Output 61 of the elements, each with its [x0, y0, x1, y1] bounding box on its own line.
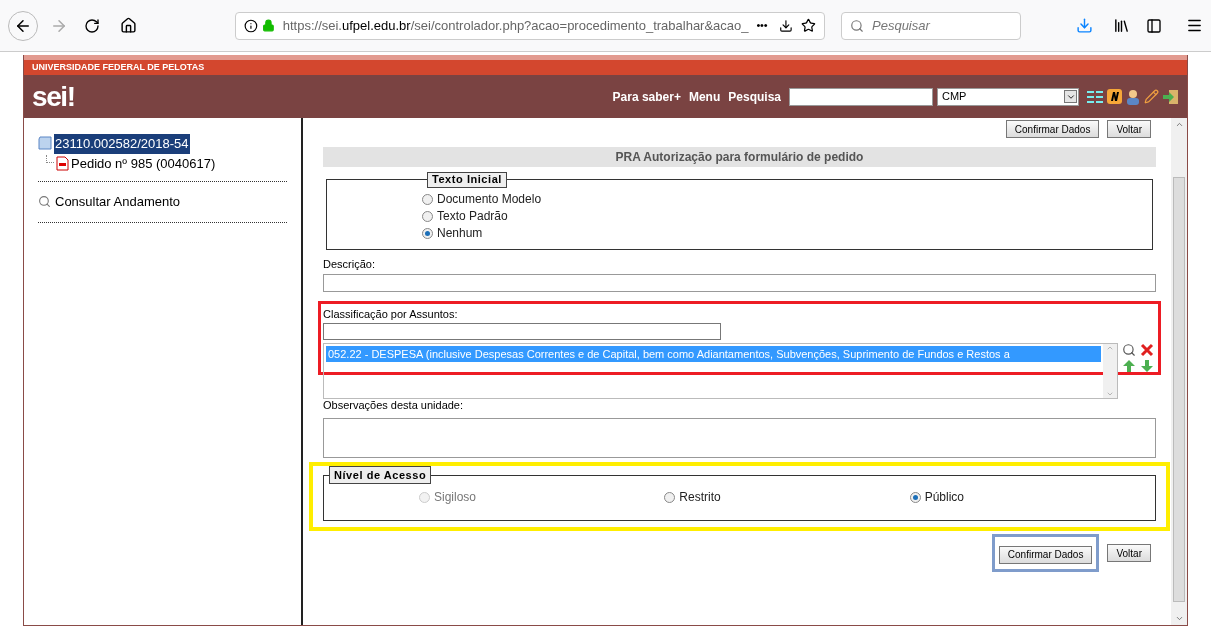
up-arrow-icon[interactable] [1122, 358, 1136, 373]
list-icon[interactable] [1087, 90, 1103, 103]
field-label: Observações desta unidade: [323, 398, 465, 414]
subject-search-field[interactable] [323, 322, 721, 340]
home-icon[interactable] [120, 17, 137, 34]
radio-button[interactable] [422, 227, 433, 239]
field-label: Descrição: [323, 256, 376, 272]
radio-option[interactable]: Restrito [664, 488, 910, 507]
sidebar-link[interactable]: Consultar Andamento [55, 192, 181, 212]
library-icon[interactable] [1113, 17, 1130, 34]
info-icon[interactable] [244, 18, 258, 33]
down-arrow-icon[interactable] [1140, 358, 1154, 373]
radio-button[interactable] [909, 491, 921, 503]
notification-icon[interactable] [1107, 89, 1122, 104]
search-icon [850, 18, 864, 33]
search-icon[interactable] [1122, 342, 1136, 357]
menu-icon[interactable] [1186, 17, 1203, 34]
user-icon[interactable] [1126, 88, 1140, 105]
group-legend: Texto Inicial [427, 172, 507, 188]
confirm-button[interactable]: Confirmar Dados [998, 545, 1093, 564]
radio-button[interactable] [664, 491, 676, 503]
sei-logo[interactable]: sei! [32, 82, 75, 111]
radio-option[interactable]: Texto Padrão [422, 208, 1057, 224]
page-scrollbar[interactable] [1171, 118, 1187, 625]
radio-button[interactable] [422, 193, 433, 205]
header-link[interactable]: Pesquisa [728, 87, 781, 106]
form-title: PRA Autorização para formulário de pedido [323, 147, 1156, 167]
more-button[interactable]: ••• [756, 17, 768, 34]
header-link[interactable]: Menu [688, 87, 721, 106]
radio-button[interactable] [422, 210, 433, 222]
bookmark-icon[interactable] [801, 18, 816, 33]
process-icon [38, 136, 52, 152]
download-icon[interactable] [1076, 17, 1093, 34]
scroll-down-icon[interactable] [1174, 614, 1184, 623]
process-number[interactable]: 23110.002582/2018-54 [54, 134, 190, 154]
close-icon[interactable] [1140, 342, 1154, 357]
radio-option[interactable]: Nenhum [422, 225, 1057, 241]
institution-name: UNIVERSIDADE FEDERAL DE PELOTAS [32, 60, 205, 74]
group-legend: Nível de Acesso [329, 465, 432, 485]
unit-select[interactable]: CMP [937, 87, 1079, 106]
back-button[interactable]: Voltar [1107, 120, 1151, 138]
radio-option[interactable]: Público [909, 488, 1155, 507]
search-field[interactable]: Pesquisar [841, 11, 1021, 40]
back-button[interactable]: Voltar [1107, 544, 1151, 563]
reload-icon[interactable] [84, 17, 100, 34]
scroll-up-icon[interactable] [1174, 120, 1184, 129]
sidebar-icon[interactable] [1146, 17, 1162, 34]
confirm-button[interactable]: Confirmar Dados [1005, 120, 1100, 138]
document-link[interactable]: Pedido nº 985 (0040617) [71, 153, 216, 173]
notes-field[interactable] [323, 417, 1156, 458]
magnifier-icon [38, 195, 51, 209]
header-link[interactable]: Para saber+ [612, 87, 681, 106]
address-bar[interactable]: https://sei.ufpel.edu.br/sei/controlador.php?acao=procedimento_trabalhar&acao_ ••• [235, 11, 825, 40]
lock-icon [261, 19, 275, 32]
pdf-icon [56, 155, 69, 171]
exit-icon[interactable] [1163, 88, 1179, 105]
search-input[interactable] [789, 87, 933, 106]
radio-option[interactable]: Documento Modelo [422, 191, 1057, 207]
url-text: https://sei.ufpel.edu.br/sei/controlador.php?acao=procedimento_trabalhar&acao_ [282, 16, 749, 35]
field-label: Classificação por Assuntos: [323, 307, 459, 323]
description-field[interactable] [323, 274, 1156, 293]
